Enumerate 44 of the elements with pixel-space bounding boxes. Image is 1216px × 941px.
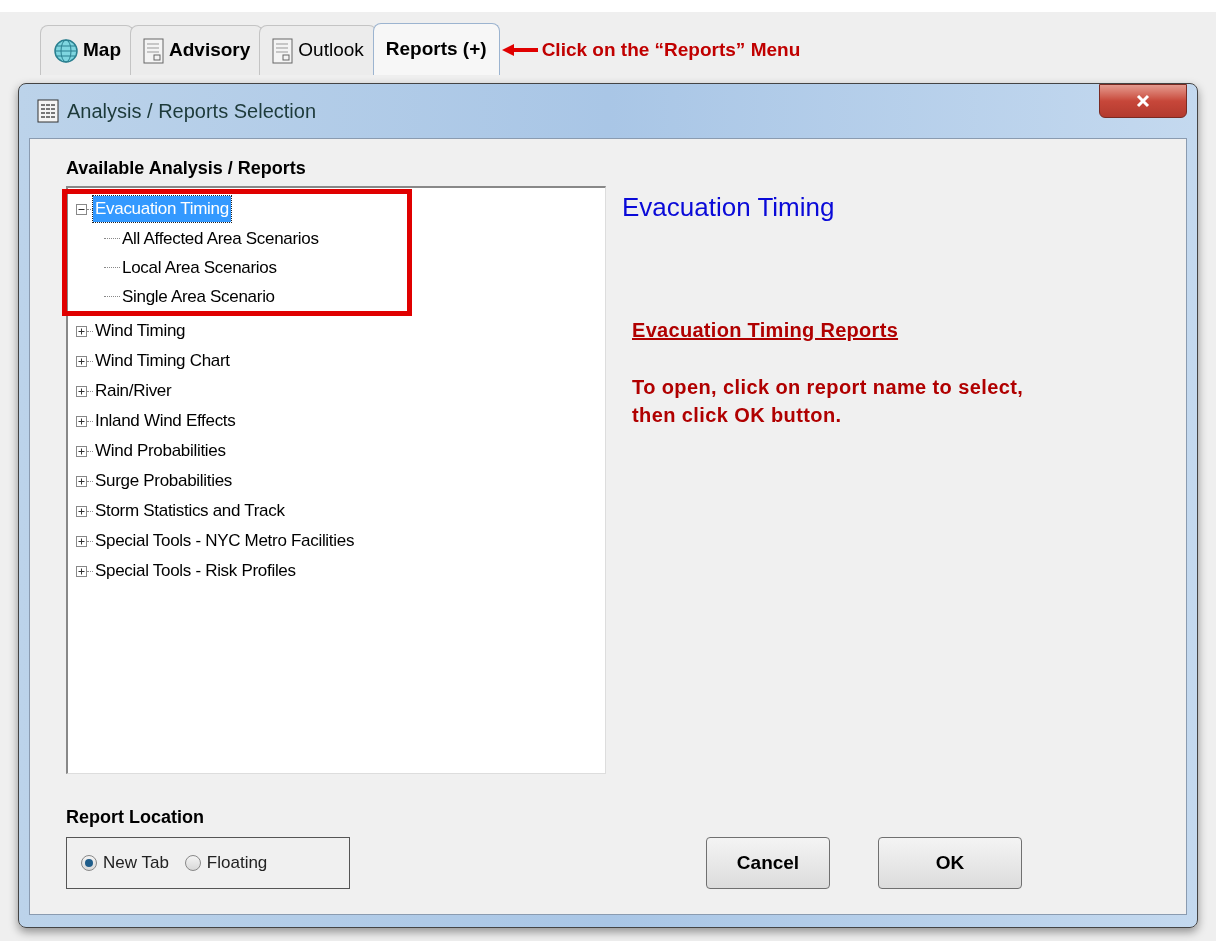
tree-item[interactable]: Inland Wind Effects — [93, 408, 238, 434]
radio-button[interactable] — [184, 855, 201, 871]
tree-item[interactable]: Storm Statistics and Track — [93, 498, 287, 524]
document-icon — [143, 37, 165, 64]
expand-icon[interactable] — [76, 415, 87, 427]
instruction-text: To open, click on report name to select, then click OK button. — [632, 375, 1025, 428]
close-icon — [1136, 94, 1150, 108]
section-label: Available Analysis / Reports — [66, 157, 307, 180]
annotation-text: Click on the “Reports” Menu — [541, 37, 801, 62]
detail-title: Evacuation Timing — [622, 191, 836, 224]
collapse-icon[interactable] — [76, 203, 87, 215]
expand-icon[interactable] — [76, 355, 87, 367]
radio-button[interactable] — [81, 855, 97, 871]
tree-item[interactable]: Wind Probabilities — [93, 438, 228, 464]
expand-icon[interactable] — [76, 445, 87, 457]
tab[interactable]: Map — [40, 25, 134, 75]
group-label: Report Location — [66, 806, 205, 829]
window-title: Analysis / Reports Selection — [67, 99, 316, 124]
globe-icon — [53, 37, 79, 64]
tree-item[interactable]: Special Tools - NYC Metro Facilities — [93, 528, 357, 554]
expand-icon[interactable] — [76, 565, 87, 577]
tree-item[interactable]: Special Tools - Risk Profiles — [93, 558, 298, 584]
arrow-icon — [501, 43, 538, 57]
tree-item[interactable]: Rain/River — [93, 378, 174, 404]
expand-icon[interactable] — [76, 475, 87, 487]
tree-item[interactable]: Wind Timing — [93, 318, 188, 344]
tree-item[interactable]: All Affected Area Scenarios — [120, 225, 321, 252]
tree-item[interactable]: Surge Probabilities — [93, 468, 234, 494]
expand-icon[interactable] — [76, 535, 87, 547]
document-icon — [272, 37, 295, 64]
dialog-button[interactable]: OK — [878, 837, 1022, 889]
dialog-button[interactable]: Cancel — [706, 837, 830, 889]
tree-item[interactable]: Wind Timing Chart — [93, 348, 232, 374]
tree-item[interactable]: Local Area Scenarios — [120, 254, 279, 281]
close-button[interactable] — [1099, 84, 1187, 118]
expand-icon[interactable] — [76, 325, 87, 337]
tree-item[interactable]: Single Area Scenario — [120, 283, 277, 310]
tab[interactable]: Reports (+) — [372, 23, 500, 75]
expand-icon[interactable] — [76, 385, 87, 397]
radio-option[interactable]: Floating — [184, 850, 268, 876]
radio-option[interactable]: New Tab — [81, 850, 169, 876]
expand-icon[interactable] — [76, 505, 87, 517]
detail-heading: Evacuation Timing Reports — [632, 318, 899, 343]
table-icon — [37, 99, 59, 123]
